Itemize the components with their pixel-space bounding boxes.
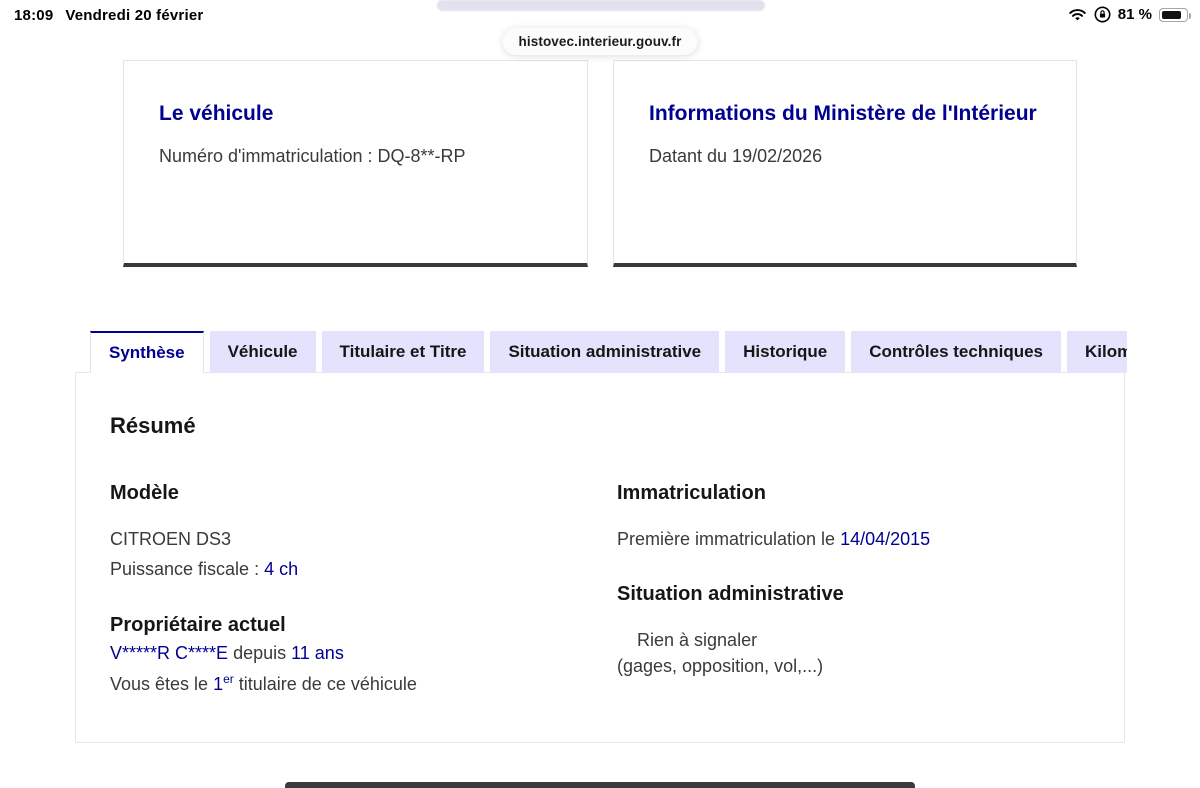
vehicle-card: Le véhicule Numéro d'immatriculation : D… xyxy=(123,60,588,267)
bottom-toolbar-blur xyxy=(285,782,915,788)
summary-right-column: Immatriculation Première immatriculation… xyxy=(617,480,1090,697)
status-bar: 18:09 Vendredi 20 février 81 % xyxy=(0,0,1200,30)
report-tab-bar: Synthèse Véhicule Titulaire et Titre Sit… xyxy=(90,331,1127,373)
tab-historique[interactable]: Historique xyxy=(725,331,846,373)
holder-rank: 1er xyxy=(213,672,234,694)
tab-synthese[interactable]: Synthèse xyxy=(90,331,204,373)
owner-line: V*****R C****E depuis 11 ans xyxy=(110,643,344,663)
admin-status-heading: Situation administrative xyxy=(617,583,844,605)
tab-kilometrage[interactable]: Kilométrage xyxy=(1067,331,1127,373)
synthese-panel: Résumé Modèle CITROEN DS3 Puissance fisc… xyxy=(75,372,1125,743)
summary-left-column: Modèle CITROEN DS3 Puissance fiscale : 4… xyxy=(110,480,583,697)
tab-controles-techniques[interactable]: Contrôles techniques xyxy=(851,331,1062,373)
owner-heading: Propriétaire actuel xyxy=(110,614,286,636)
first-registration-line: Première immatriculation le 14/04/2015 xyxy=(617,529,931,549)
vehicle-card-title: Le véhicule xyxy=(159,102,274,125)
ministry-info-card: Informations du Ministère de l'Intérieur… xyxy=(613,60,1077,267)
battery-icon xyxy=(1159,7,1191,22)
registration-heading: Immatriculation xyxy=(617,482,766,504)
address-bar-pill[interactable]: histovec.interieur.gouv.fr xyxy=(502,28,698,55)
fiscal-power-value: 4 ch xyxy=(264,559,299,579)
tab-titulaire-et-titre[interactable]: Titulaire et Titre xyxy=(321,331,485,373)
date-label: Vendredi 20 février xyxy=(65,7,204,24)
model-name: CITROEN DS3 xyxy=(110,529,232,549)
summary-heading: Résumé xyxy=(110,413,196,438)
tab-situation-administrative[interactable]: Situation administrative xyxy=(490,331,720,373)
vehicle-card-body: Numéro d'immatriculation : DQ-8**-RP xyxy=(159,146,466,166)
model-heading: Modèle xyxy=(110,482,179,504)
orientation-lock-icon xyxy=(1094,6,1111,23)
first-registration-date: 14/04/2015 xyxy=(840,529,931,549)
ipad-safari-screen: 18:09 Vendredi 20 février 81 % histovec.… xyxy=(0,0,1200,788)
ministry-card-title: Informations du Ministère de l'Intérieur xyxy=(649,102,1037,125)
ministry-card-body: Datant du 19/02/2026 xyxy=(649,146,823,166)
admin-status-note: (gages, opposition, vol,...) xyxy=(617,656,824,676)
fiscal-power-line: Puissance fiscale : 4 ch xyxy=(110,559,299,579)
owner-masked-name: V*****R C****E xyxy=(110,643,229,663)
tab-vehicule[interactable]: Véhicule xyxy=(209,331,316,373)
url-text: histovec.interieur.gouv.fr xyxy=(518,34,682,49)
wifi-icon xyxy=(1068,8,1087,22)
owner-duration: 11 ans xyxy=(291,643,344,663)
battery-percent-label: 81 % xyxy=(1117,6,1152,23)
holder-line: Vous êtes le 1er titulaire de ce véhicul… xyxy=(110,672,417,694)
admin-status-value: Rien à signaler xyxy=(637,630,758,650)
clock: 18:09 xyxy=(14,7,54,24)
